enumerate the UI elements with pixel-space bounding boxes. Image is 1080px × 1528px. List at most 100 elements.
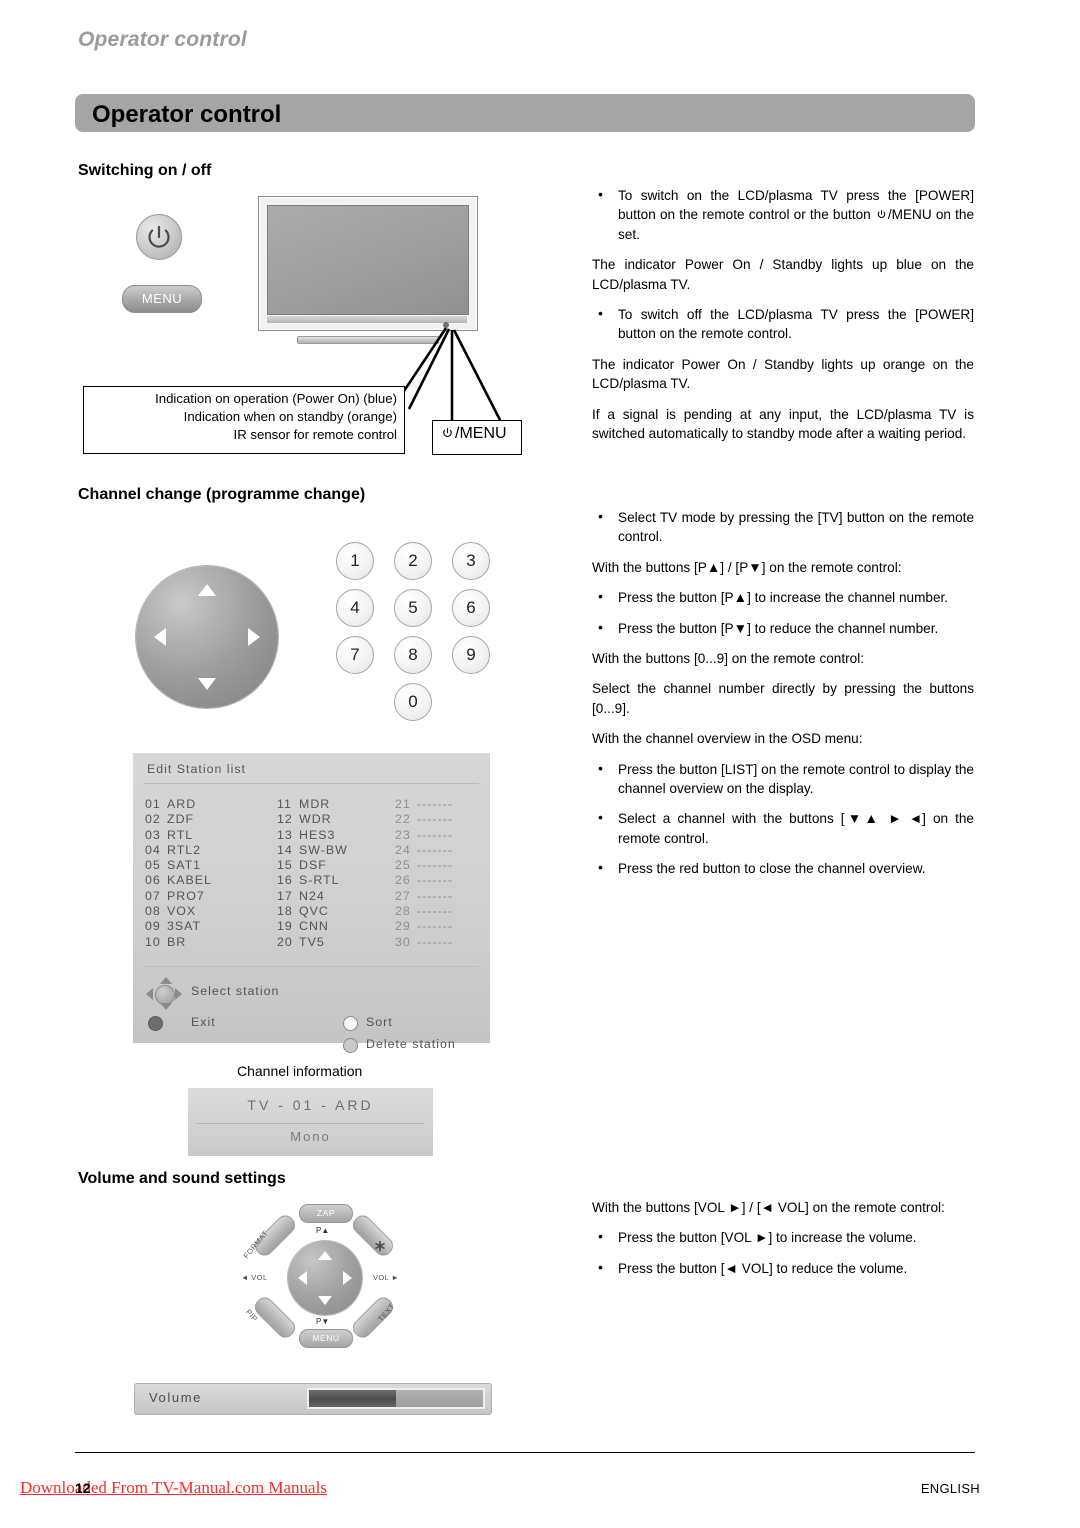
- station-row[interactable]: 04 RTL2: [145, 843, 212, 858]
- station-row[interactable]: 09 3SAT: [145, 919, 212, 934]
- station-row[interactable]: 05 SAT1: [145, 858, 212, 873]
- station-row[interactable]: 27 -------: [395, 889, 453, 904]
- tv-indicator-led: [443, 322, 449, 328]
- station-row[interactable]: 13 HES3: [277, 828, 348, 843]
- numkey-1[interactable]: 1: [336, 542, 374, 580]
- station-row[interactable]: 10 BR: [145, 935, 212, 950]
- station-row[interactable]: 15 DSF: [277, 858, 348, 873]
- station-number: 30: [395, 934, 411, 949]
- download-watermark[interactable]: Downloaded From TV-Manual.com Manuals: [20, 1478, 327, 1498]
- station-number: 01: [145, 797, 161, 811]
- vol-dpad-up-icon[interactable]: [318, 1251, 332, 1260]
- volume-slider-track[interactable]: [307, 1388, 485, 1409]
- station-row[interactable]: 21 -------: [395, 797, 453, 812]
- volume-navigation-pad[interactable]: [288, 1241, 362, 1315]
- station-row[interactable]: 26 -------: [395, 873, 453, 888]
- station-name: -------: [417, 842, 453, 857]
- numkey-0[interactable]: 0: [394, 683, 432, 721]
- osd-exit-label[interactable]: Exit: [191, 1015, 216, 1029]
- station-row[interactable]: 25 -------: [395, 858, 453, 873]
- station-row[interactable]: 06 KABEL: [145, 873, 212, 888]
- station-number: 26: [395, 873, 411, 888]
- osd-divider-top: [144, 783, 479, 784]
- station-number: 09: [145, 919, 161, 934]
- osd-delete-station-dot-icon[interactable]: [343, 1038, 358, 1053]
- station-row[interactable]: 24 -------: [395, 843, 453, 858]
- menu-button-label: MENU: [141, 291, 183, 306]
- station-row[interactable]: 28 -------: [395, 904, 453, 919]
- station-row[interactable]: 29 -------: [395, 919, 453, 934]
- station-row[interactable]: 30 -------: [395, 935, 453, 950]
- heading-channel-change: Channel change (programme change): [78, 486, 366, 503]
- power-menu-callout-label: /MENU: [455, 425, 507, 442]
- vol-dpad-down-icon[interactable]: [318, 1296, 332, 1305]
- station-row[interactable]: 23 -------: [395, 828, 453, 843]
- osd-sort-label[interactable]: Sort: [366, 1015, 393, 1029]
- station-row[interactable]: 16 S-RTL: [277, 873, 348, 888]
- station-number: 15: [277, 858, 293, 873]
- station-number: 23: [395, 827, 411, 842]
- switching-para-2: The indicator Power On / Standby lights …: [592, 356, 974, 392]
- numkey-6[interactable]: 6: [452, 589, 490, 627]
- numkey-9[interactable]: 9: [452, 636, 490, 674]
- station-row[interactable]: 17 N24: [277, 889, 348, 904]
- osd-dpad-center: [155, 985, 175, 1005]
- menu-key[interactable]: MENU: [299, 1329, 353, 1348]
- channel-information-line1: TV - 01 - ARD: [247, 1097, 374, 1113]
- channel-para-3: Select the channel number directly by pr…: [592, 681, 974, 716]
- channel-bullet-1: Select TV mode by pressing the [TV] butt…: [592, 507, 974, 547]
- dpad-up-icon[interactable]: [198, 584, 216, 596]
- station-row[interactable]: 22 -------: [395, 812, 453, 827]
- numkey-5[interactable]: 5: [394, 589, 432, 627]
- osd-dpad-down-icon: [160, 1003, 172, 1010]
- osd-dpad-icon: [146, 977, 182, 1010]
- osd-exit-dot-icon[interactable]: [148, 1016, 163, 1031]
- numkey-8[interactable]: 8: [394, 636, 432, 674]
- station-number: 19: [277, 919, 293, 934]
- station-row[interactable]: 12 WDR: [277, 812, 348, 827]
- station-row[interactable]: 07 PRO7: [145, 889, 212, 904]
- station-row[interactable]: 19 CNN: [277, 919, 348, 934]
- station-name: MDR: [299, 797, 331, 811]
- station-name: ARD: [167, 797, 197, 811]
- station-number: 20: [277, 934, 293, 949]
- osd-sort-dot-icon[interactable]: [343, 1016, 358, 1031]
- switching-text-block: To switch on the LCD/plasma TV press the…: [592, 185, 974, 443]
- mute-key[interactable]: [349, 1211, 397, 1260]
- vol-dpad-left-icon[interactable]: [298, 1271, 307, 1285]
- numeric-keypad[interactable]: 1 2 3 4 5 6 7 8 9 0: [336, 542, 496, 722]
- osd-dpad-right-icon: [175, 988, 182, 1000]
- numkey-7[interactable]: 7: [336, 636, 374, 674]
- vol-remote-right-label: VOL ►: [373, 1273, 400, 1282]
- power-symbol-icon: [877, 210, 886, 219]
- station-row[interactable]: 11 MDR: [277, 797, 348, 812]
- station-row[interactable]: 20 TV5: [277, 935, 348, 950]
- station-row[interactable]: 08 VOX: [145, 904, 212, 919]
- volume-bullet-1: Press the button [VOL ►] to increase the…: [592, 1227, 974, 1247]
- power-menu-callout: /MENU: [432, 420, 522, 455]
- navigation-pad[interactable]: [136, 566, 278, 708]
- station-name: -------: [417, 904, 453, 919]
- osd-delete-station-label[interactable]: Delete station: [366, 1037, 456, 1051]
- station-name: -------: [417, 858, 453, 873]
- dpad-down-icon[interactable]: [198, 678, 216, 690]
- station-row[interactable]: 18 QVC: [277, 904, 348, 919]
- zap-key[interactable]: ZAP: [299, 1204, 353, 1223]
- power-button-icon[interactable]: [136, 214, 182, 260]
- menu-button[interactable]: MENU: [122, 285, 202, 313]
- station-name: RTL2: [167, 842, 202, 857]
- station-number: 28: [395, 904, 411, 919]
- numkey-3[interactable]: 3: [452, 542, 490, 580]
- numkey-2[interactable]: 2: [394, 542, 432, 580]
- station-row[interactable]: 14 SW-BW: [277, 843, 348, 858]
- channel-para-1: With the buttons [P▲] / [P▼] on the remo…: [592, 559, 902, 575]
- station-row[interactable]: 02 ZDF: [145, 812, 212, 827]
- vol-dpad-right-icon[interactable]: [343, 1271, 352, 1285]
- station-name: -------: [417, 888, 453, 903]
- numkey-4[interactable]: 4: [336, 589, 374, 627]
- osd-edit-station-list: Edit Station list 01 ARD 02 ZDF 03 RTL 04 RT…: [133, 753, 490, 1053]
- station-row[interactable]: 01 ARD: [145, 797, 212, 812]
- dpad-right-icon[interactable]: [248, 628, 260, 646]
- dpad-left-icon[interactable]: [154, 628, 166, 646]
- station-row[interactable]: 03 RTL: [145, 828, 212, 843]
